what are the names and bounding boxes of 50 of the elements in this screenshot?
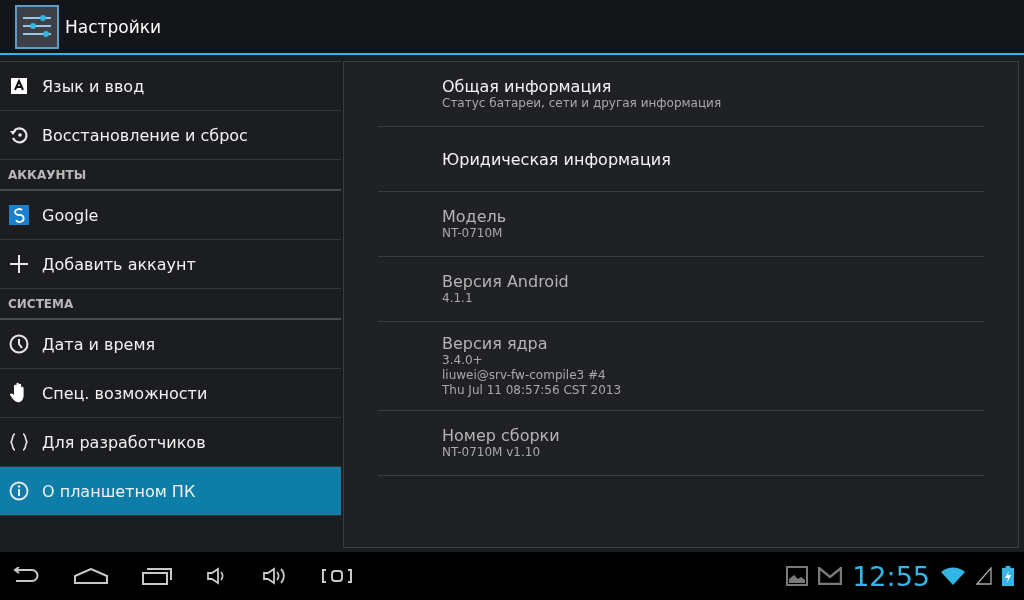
menu-item-label: Дата и время xyxy=(42,334,156,354)
menu-item-label: Добавить аккаунт xyxy=(42,254,196,274)
app-title: Настройки xyxy=(65,16,161,37)
row-summary: liuwei@srv-fw-compile3 #4 xyxy=(442,368,607,383)
info-icon xyxy=(8,481,30,501)
recent-apps-button[interactable] xyxy=(142,567,172,585)
section-title: СИСТЕМА xyxy=(8,296,74,311)
menu-item-label: Спец. возможности xyxy=(42,383,208,403)
row-summary: Статус батареи, сети и другая информация xyxy=(442,96,723,111)
row-title: Версия ядра xyxy=(442,334,549,353)
info-row[interactable]: Юридическая информация xyxy=(378,127,984,192)
reset-icon xyxy=(8,125,30,145)
menu-item-label: Язык и ввод xyxy=(42,76,145,96)
braces-icon xyxy=(8,432,30,452)
menu-item-label: Восстановление и сброс xyxy=(42,125,248,145)
menu-item-label: Google xyxy=(42,205,99,225)
row-summary: NT-0710M v1.10 xyxy=(442,445,542,460)
picture-icon xyxy=(786,566,809,586)
row-title: Юридическая информация xyxy=(442,149,672,169)
signal-icon xyxy=(976,567,992,585)
settings-menu-item[interactable]: Добавить аккаунт xyxy=(0,240,341,289)
section-title: АККАУНТЫ xyxy=(8,167,87,182)
wifi-icon xyxy=(940,566,966,586)
row-summary: Thu Jul 11 08:57:56 CST 2013 xyxy=(442,383,623,398)
clock-time: 12:55 xyxy=(852,560,930,592)
row-title: Версия Android xyxy=(442,272,570,291)
settings-menu-item[interactable]: О планшетном ПК xyxy=(0,467,341,516)
language-icon xyxy=(8,77,30,95)
row-summary: 3.4.0+ xyxy=(442,353,484,368)
settings-menu-item[interactable]: Язык и ввод xyxy=(0,62,341,111)
mail-icon xyxy=(818,567,843,585)
home-button[interactable] xyxy=(74,568,108,584)
menu-item-label: О планшетном ПК xyxy=(42,481,196,501)
clock-icon xyxy=(8,334,30,354)
info-row[interactable]: Общая информация Статус батареи, сети и другая информация xyxy=(378,62,984,127)
row-title: Номер сборки xyxy=(442,426,561,445)
menu-item-label: Для разработчиков xyxy=(42,432,206,452)
row-summary: 4.1.1 xyxy=(442,291,474,306)
settings-app-icon xyxy=(15,4,59,49)
settings-menu-item[interactable]: Дата и время xyxy=(0,320,341,369)
row-summary: NT-0710M xyxy=(442,226,504,241)
plus-icon xyxy=(8,254,30,274)
battery-icon xyxy=(1002,566,1014,586)
row-title: Модель xyxy=(442,207,508,226)
volume-up-button[interactable] xyxy=(262,567,288,585)
settings-menu-item[interactable]: Google xyxy=(0,191,341,240)
screenshot-button[interactable] xyxy=(322,568,352,584)
settings-menu-item[interactable]: Спец. возможности xyxy=(0,369,341,418)
row-title: Общая информация xyxy=(442,77,613,96)
settings-menu-item[interactable]: Восстановление и сброс xyxy=(0,111,341,160)
